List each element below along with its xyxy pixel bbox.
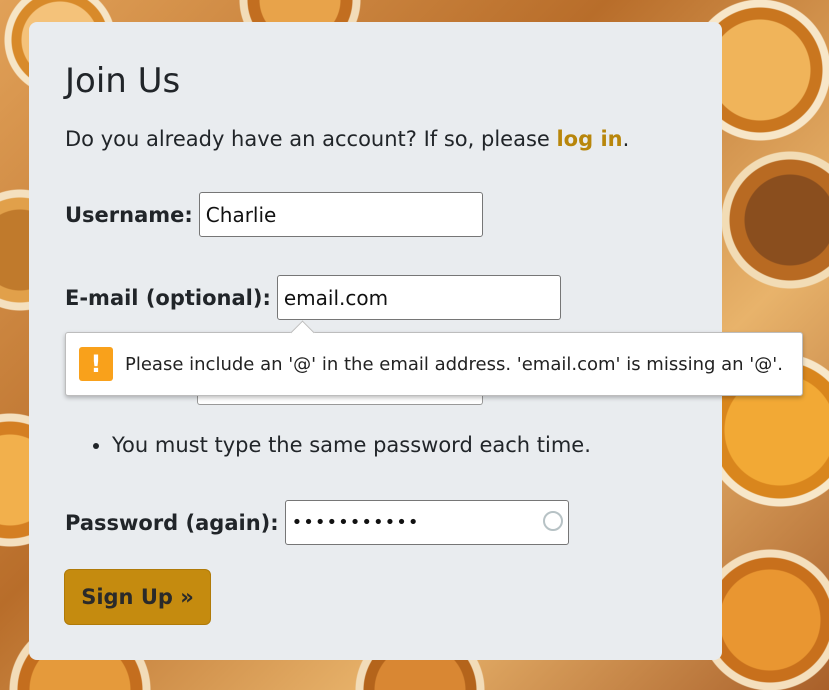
password-hint-list: You must type the same password each tim…	[75, 430, 591, 460]
tooltip-text: Please include an '@' in the email addre…	[125, 353, 783, 375]
loading-spinner-icon	[542, 511, 563, 531]
intro-prefix: Do you already have an account? If so, p…	[65, 127, 557, 151]
email-input[interactable]	[276, 275, 561, 320]
sign-up-button[interactable]: Sign Up »	[64, 569, 211, 625]
password-again-label: Password (again):	[65, 510, 279, 535]
password-hint: You must type the same password each tim…	[112, 430, 591, 460]
password-again-input[interactable]	[284, 500, 569, 545]
password-again-row: Password (again):	[65, 500, 569, 545]
intro-text: Do you already have an account? If so, p…	[65, 126, 629, 152]
password-again-wrap	[284, 500, 569, 545]
page-title: Join Us	[65, 61, 181, 101]
username-label: Username:	[65, 202, 193, 227]
login-link[interactable]: log in	[556, 127, 622, 151]
username-row: Username:	[65, 192, 483, 237]
username-input[interactable]	[198, 192, 483, 237]
email-label: E-mail (optional):	[65, 285, 271, 310]
intro-suffix: .	[622, 127, 630, 151]
warning-icon: !	[79, 347, 113, 381]
validation-tooltip: ! Please include an '@' in the email add…	[65, 332, 803, 396]
email-row: E-mail (optional):	[65, 275, 561, 320]
